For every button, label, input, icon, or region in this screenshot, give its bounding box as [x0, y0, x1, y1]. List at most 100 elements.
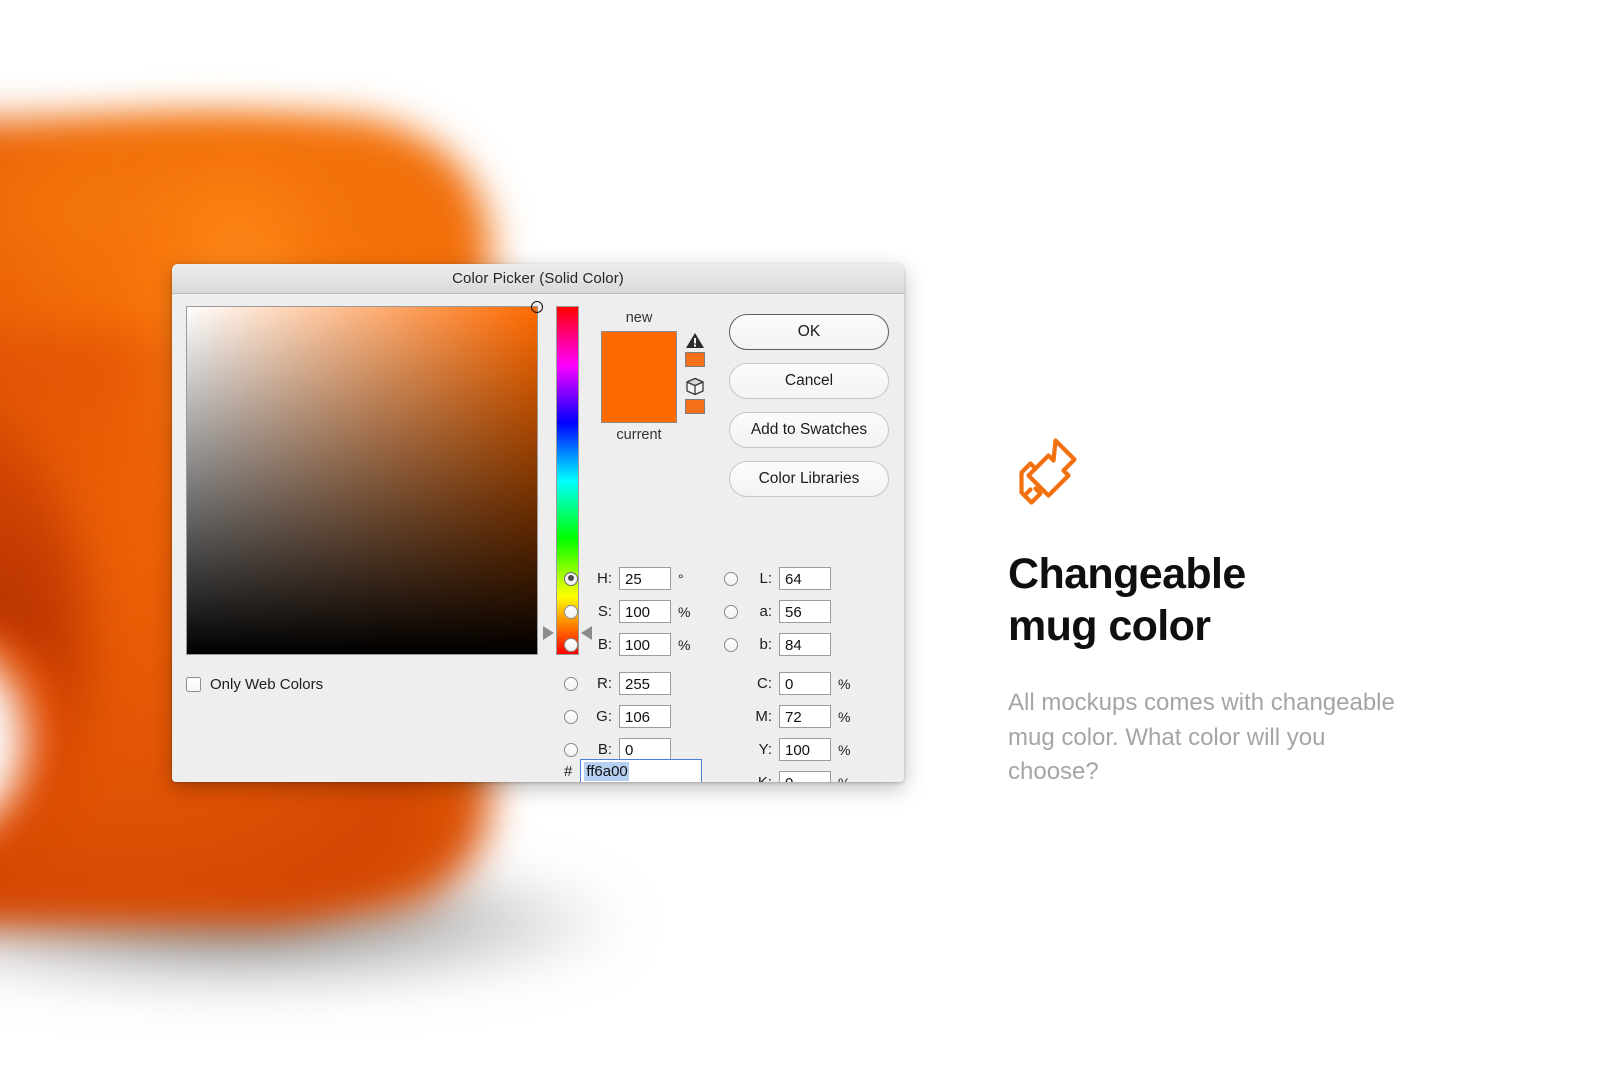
rgb-field-g[interactable]: G: 106 — [564, 705, 724, 728]
radio-lab-b[interactable] — [724, 637, 738, 652]
color-field-cursor[interactable] — [531, 301, 543, 313]
current-color-swatch[interactable] — [602, 377, 676, 422]
unit-black: % — [838, 775, 852, 783]
field-row-r-c: R: 255 C: 0 % — [564, 667, 894, 700]
input-lab-b[interactable]: 84 — [779, 633, 831, 656]
rgb-field-b[interactable]: B: 0 — [564, 738, 724, 761]
radio-red[interactable] — [564, 676, 578, 691]
lab-field-l[interactable]: L: 64 — [724, 567, 894, 590]
cmyk-radio-placeholder-m — [724, 710, 738, 724]
color-warning-column — [685, 332, 711, 424]
hex-row: # ff6a00 — [564, 759, 703, 782]
label-yellow: Y: — [758, 741, 772, 758]
promo-title-line2: mug color — [1008, 601, 1211, 650]
dialog-body: Only Web Colors new current OK Cancel Ad… — [172, 294, 904, 782]
cancel-button[interactable]: Cancel — [729, 363, 889, 399]
web-safe-alternate-swatch[interactable] — [685, 399, 705, 414]
field-row-g-m: G: 106 M: 72 % — [564, 700, 894, 733]
radio-brightness[interactable] — [564, 637, 578, 652]
cmyk-field-c[interactable]: C: 0 % — [724, 672, 894, 695]
radio-lab-l[interactable] — [724, 571, 738, 586]
rgb-field-r[interactable]: R: 255 — [564, 672, 724, 695]
hsb-field-s[interactable]: S: 100 % — [564, 600, 724, 623]
unit-cyan: % — [838, 675, 851, 692]
cmyk-radio-placeholder-c — [724, 677, 738, 691]
new-color-swatch[interactable] — [602, 332, 676, 377]
radio-hue[interactable] — [564, 571, 578, 586]
label-magenta: M: — [755, 708, 772, 725]
input-saturation[interactable]: 100 — [619, 600, 671, 623]
input-yellow[interactable]: 100 — [779, 738, 831, 761]
cmyk-radio-placeholder-k — [724, 776, 738, 783]
only-web-colors-row[interactable]: Only Web Colors — [186, 676, 323, 693]
hex-input[interactable]: ff6a00 — [580, 759, 703, 782]
only-web-colors-label: Only Web Colors — [210, 676, 324, 693]
label-blue: B: — [597, 741, 612, 758]
color-swatch-stack — [601, 331, 677, 423]
cmyk-field-m[interactable]: M: 72 % — [724, 705, 894, 728]
new-color-label: new — [625, 310, 653, 326]
input-lab-a[interactable]: 56 — [779, 600, 831, 623]
radio-saturation[interactable] — [564, 604, 578, 619]
label-brightness: B: — [597, 636, 612, 653]
unit-saturation: % — [678, 603, 691, 620]
hsb-field-b[interactable]: B: 100 % — [564, 633, 724, 656]
input-black[interactable]: 0 — [779, 771, 831, 782]
label-black: K: — [746, 774, 772, 782]
promo-title-line1: Changeable — [1008, 550, 1246, 598]
lab-field-a[interactable]: a: 56 — [724, 600, 894, 623]
input-green[interactable]: 106 — [619, 705, 671, 728]
paint-brush-icon — [1019, 438, 1077, 505]
label-lab-a: a: — [759, 603, 772, 620]
dialog-button-column: OK Cancel Add to Swatches Color Librarie… — [729, 314, 889, 510]
input-lab-l[interactable]: 64 — [779, 567, 831, 590]
ok-button[interactable]: OK — [729, 314, 889, 350]
unit-brightness: % — [678, 636, 691, 653]
radio-green[interactable] — [564, 709, 578, 724]
input-red[interactable]: 255 — [619, 672, 671, 695]
promo-body: All mockups comes with changeable mug co… — [1008, 689, 1395, 786]
input-brightness[interactable]: 100 — [619, 633, 671, 656]
label-lab-l: L: — [759, 570, 772, 587]
dialog-titlebar[interactable]: Color Picker (Solid Color) — [172, 264, 904, 294]
label-cyan: C: — [757, 675, 772, 692]
gamut-warning-group[interactable] — [685, 332, 711, 367]
only-web-colors-checkbox[interactable] — [186, 677, 201, 692]
radio-blue[interactable] — [564, 742, 578, 757]
promo-icon-wrap — [1008, 436, 1438, 513]
hex-value: ff6a00 — [584, 762, 629, 781]
color-picker-dialog: Color Picker (Solid Color) Only Web Colo… — [172, 264, 904, 782]
hex-prefix: # — [564, 763, 573, 780]
promo-title: Changeable mug color — [1008, 549, 1438, 652]
unit-yellow: % — [838, 741, 851, 758]
hsb-field-h[interactable]: H: 25 ° — [564, 567, 724, 590]
lab-field-b[interactable]: b: 84 — [724, 633, 894, 656]
cmyk-field-k[interactable]: K: 0 % — [724, 771, 894, 782]
gamut-alternate-swatch[interactable] — [685, 352, 705, 367]
input-blue[interactable]: 0 — [619, 738, 671, 761]
input-hue[interactable]: 25 — [619, 567, 671, 590]
current-color-label: current — [616, 427, 662, 443]
field-row-b-b: B: 100 % b: 84 — [564, 628, 894, 661]
web-safe-warning-group[interactable] — [685, 377, 711, 414]
add-to-swatches-button[interactable]: Add to Swatches — [729, 412, 889, 448]
label-green: G: — [596, 708, 612, 725]
label-hue: H: — [597, 570, 612, 587]
out-of-gamut-warning-icon[interactable] — [685, 332, 705, 349]
label-red: R: — [597, 675, 612, 692]
hue-slider-marker-left[interactable] — [543, 626, 554, 640]
input-cyan[interactable]: 0 — [779, 672, 831, 695]
field-row-h-l: H: 25 ° L: 64 — [564, 562, 894, 595]
color-libraries-button[interactable]: Color Libraries — [729, 461, 889, 497]
radio-lab-a[interactable] — [724, 604, 738, 619]
field-row-s-a: S: 100 % a: 56 — [564, 595, 894, 628]
cmyk-field-y[interactable]: Y: 100 % — [724, 738, 894, 761]
label-saturation: S: — [597, 603, 612, 620]
input-magenta[interactable]: 72 — [779, 705, 831, 728]
label-lab-b: b: — [759, 636, 772, 653]
color-value-fields: H: 25 ° L: 64 S: 100 % a: 56 B: 100 % b:… — [564, 562, 894, 782]
promo-panel: Changeable mug color All mockups comes w… — [1008, 436, 1438, 790]
saturation-brightness-field[interactable] — [186, 301, 543, 655]
web-safe-cube-icon[interactable] — [685, 377, 705, 396]
unit-hue: ° — [678, 570, 684, 587]
